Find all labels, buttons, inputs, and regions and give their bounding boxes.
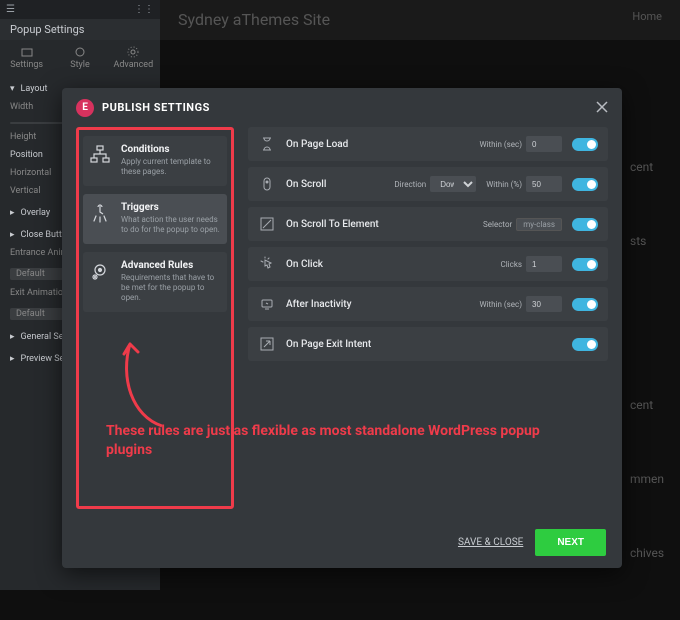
page-load-sec-input[interactable] [526, 136, 562, 152]
trigger-after-inactivity: After Inactivity Within (sec) [248, 287, 608, 321]
click-toggle[interactable] [572, 258, 598, 271]
trigger-on-page-load: On Page Load Within (sec) [248, 127, 608, 161]
advanced-rules-title: Advanced Rules [121, 260, 221, 271]
trigger-exit-intent: On Page Exit Intent [248, 327, 608, 361]
exit-intent-toggle[interactable] [572, 338, 598, 351]
modal-footer: SAVE & CLOSE NEXT [62, 517, 622, 568]
trigger-on-scroll: On Scroll DirectionDown Within (%) [248, 167, 608, 201]
site-title: Sydney aThemes Site [178, 10, 330, 30]
triggers-icon [89, 202, 111, 224]
triggers-title: Triggers [121, 202, 221, 213]
category-conditions[interactable]: Conditions Apply current template to the… [83, 136, 227, 186]
hourglass-icon [258, 135, 276, 153]
publish-settings-modal: E PUBLISH SETTINGS Conditions Apply curr… [62, 88, 622, 568]
apps-icon[interactable]: ⋮⋮ [134, 4, 154, 15]
conditions-icon [89, 144, 111, 166]
conditions-desc: Apply current template to these pages. [121, 157, 221, 178]
close-icon[interactable] [596, 98, 608, 117]
scroll-toggle[interactable] [572, 178, 598, 191]
trigger-on-click: On Click Clicks [248, 247, 608, 281]
elementor-icon: E [76, 99, 94, 117]
advanced-rules-icon [89, 260, 111, 282]
click-icon [258, 255, 276, 273]
element-icon [258, 215, 276, 233]
next-button[interactable]: NEXT [535, 529, 606, 556]
inactivity-icon [258, 295, 276, 313]
menu-icon[interactable]: ☰ [6, 4, 15, 15]
scroll-icon [258, 175, 276, 193]
modal-header: E PUBLISH SETTINGS [62, 88, 622, 127]
page-load-toggle[interactable] [572, 138, 598, 151]
tab-settings[interactable]: Settings [0, 40, 53, 76]
scroll-percent-input[interactable] [526, 176, 562, 192]
preview-header: Sydney aThemes Site Home [160, 0, 680, 40]
scroll-element-toggle[interactable] [572, 218, 598, 231]
tab-advanced[interactable]: Advanced [107, 40, 160, 76]
scroll-direction-select[interactable]: Down [430, 176, 476, 192]
modal-title: PUBLISH SETTINGS [102, 101, 210, 114]
annotation-text: These rules are just as flexible as most… [106, 422, 546, 460]
selector-field[interactable]: my-class [516, 218, 562, 231]
nav-home: Home [632, 10, 662, 30]
trigger-on-scroll-element: On Scroll To Element Selectormy-class [248, 207, 608, 241]
triggers-desc: What action the user needs to do for the… [121, 215, 221, 236]
sidebar-title: Popup Settings [0, 19, 160, 40]
inactivity-toggle[interactable] [572, 298, 598, 311]
conditions-title: Conditions [121, 144, 221, 155]
save-and-close-link[interactable]: SAVE & CLOSE [458, 537, 523, 548]
category-triggers[interactable]: Triggers What action the user needs to d… [83, 194, 227, 244]
clicks-input[interactable] [526, 256, 562, 272]
inactivity-sec-input[interactable] [526, 296, 562, 312]
exit-intent-icon [258, 335, 276, 353]
preview-widgets: cent sts cent mmen chives [630, 160, 680, 620]
tab-style[interactable]: Style [53, 40, 106, 76]
category-advanced-rules[interactable]: Advanced Rules Requirements that have to… [83, 252, 227, 312]
advanced-rules-desc: Requirements that have to be met for the… [121, 273, 221, 304]
